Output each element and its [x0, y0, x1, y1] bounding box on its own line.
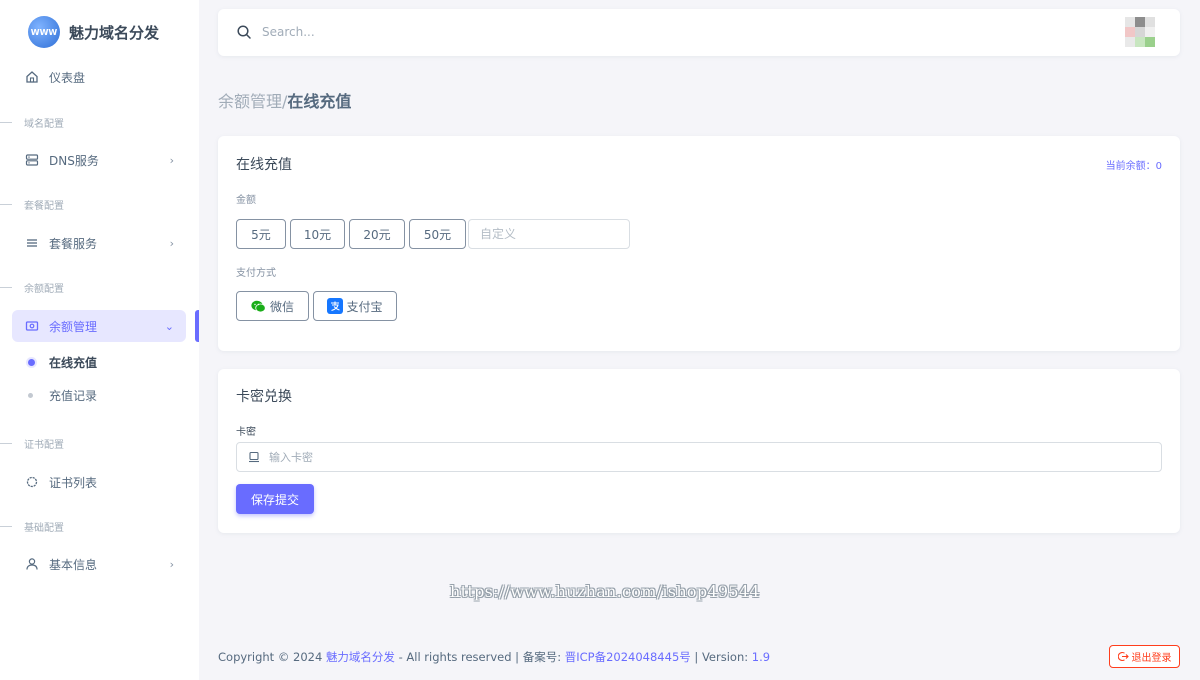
chevron-down-icon: ⌄: [164, 319, 174, 333]
logout-button[interactable]: 退出登录: [1109, 645, 1180, 668]
sidebar-subitem-recharge-records[interactable]: 充值记录: [28, 385, 97, 405]
custom-amount-input[interactable]: [468, 219, 630, 249]
save-submit-button[interactable]: 保存提交: [236, 484, 314, 514]
sidebar-subitem-recharge-online[interactable]: 在线充值: [28, 352, 97, 372]
breadcrumb-parent[interactable]: 余额管理/: [218, 92, 287, 111]
amount-button-5[interactable]: 5元: [236, 219, 286, 249]
section-header-domain: 域名配置: [0, 115, 64, 130]
footer-version-label: | Version:: [690, 650, 752, 664]
sidebar-item-package[interactable]: 套餐服务 ›: [12, 227, 186, 259]
certificate-icon: [24, 474, 40, 490]
card-redeem-card: 卡密兑换 卡密 保存提交: [218, 369, 1180, 533]
section-header-cert: 证书配置: [0, 436, 64, 451]
user-icon: [24, 556, 40, 572]
card-key-input[interactable]: [269, 447, 1149, 467]
bullet-icon: [28, 358, 35, 366]
section-header-basic: 基础配置: [0, 519, 64, 534]
footer-version: 1.9: [751, 650, 771, 664]
footer-site-link[interactable]: 魅力域名分发: [326, 650, 395, 664]
sidebar-item-basic-info[interactable]: 基本信息 ›: [12, 548, 186, 580]
active-indicator: [195, 310, 199, 342]
brand-name: 魅力域名分发: [69, 23, 160, 42]
amount-button-50[interactable]: 50元: [409, 219, 466, 249]
wechat-pay-button[interactable]: 微信: [236, 291, 309, 321]
search-input[interactable]: [262, 21, 412, 43]
brand[interactable]: WWW 魅力域名分发: [28, 16, 159, 48]
card-icon: [248, 451, 260, 463]
chevron-right-icon: ›: [169, 236, 174, 250]
sidebar-item-label: 余额管理: [49, 319, 98, 334]
sidebar-item-label: 套餐服务: [49, 236, 98, 251]
alipay-label: 支付宝: [346, 299, 383, 314]
wallet-icon: [24, 318, 40, 334]
sidebar-item-label: 证书列表: [49, 475, 98, 490]
topbar: [218, 9, 1180, 56]
sidebar-subitem-label: 在线充值: [49, 355, 98, 370]
sidebar-item-label: 基本信息: [49, 557, 98, 572]
sidebar: WWW 魅力域名分发 仪表盘 域名配置 DNS服务 › 套餐配置 套餐服务 › …: [0, 0, 199, 680]
wechat-pay-label: 微信: [269, 299, 294, 314]
server-icon: [24, 152, 40, 168]
globe-logo-icon: WWW: [28, 16, 60, 48]
footer-rights: - All rights reserved | 备案号:: [394, 650, 565, 664]
footer: Copyright © 2024 魅力域名分发 - All rights res…: [218, 649, 770, 665]
watermark-url: https://www.huzhan.com/ishop49544: [450, 582, 760, 601]
card-key-field[interactable]: [236, 442, 1162, 472]
amount-button-10[interactable]: 10元: [290, 219, 345, 249]
chevron-right-icon: ›: [169, 557, 174, 571]
breadcrumb-current: 在线充值: [287, 92, 352, 111]
sidebar-item-label: DNS服务: [49, 153, 99, 168]
sidebar-item-dashboard[interactable]: 仪表盘: [12, 61, 186, 93]
card-key-label: 卡密: [236, 427, 256, 438]
payment-method-label: 支付方式: [236, 268, 276, 279]
sidebar-subitem-label: 充值记录: [49, 388, 98, 403]
chevron-right-icon: ›: [169, 153, 174, 167]
wechat-icon: [251, 298, 267, 314]
sidebar-item-dns[interactable]: DNS服务 ›: [12, 144, 186, 176]
section-header-balance: 余额配置: [0, 280, 64, 295]
logout-icon: [1117, 652, 1129, 661]
amount-button-20[interactable]: 20元: [349, 219, 405, 249]
breadcrumb: 余额管理/在线充值: [218, 88, 351, 112]
section-header-package: 套餐配置: [0, 197, 64, 212]
search-icon: [236, 24, 252, 40]
alipay-icon: [327, 298, 344, 314]
home-icon: [24, 69, 40, 85]
card-title: 在线充值: [236, 157, 292, 173]
bullet-icon: [28, 392, 33, 398]
alipay-button[interactable]: 支付宝: [313, 291, 397, 321]
sidebar-item-label: 仪表盘: [49, 70, 86, 85]
sidebar-item-balance[interactable]: 余额管理 ⌄: [12, 310, 186, 342]
logout-label: 退出登录: [1131, 653, 1172, 664]
card-title: 卡密兑换: [236, 389, 292, 405]
footer-icp-link[interactable]: 晋ICP备2024048445号: [565, 650, 691, 664]
current-balance: 当前余额：0: [1105, 161, 1162, 172]
amount-label: 金额: [236, 195, 256, 206]
avatar[interactable]: [1125, 17, 1155, 49]
sidebar-item-cert-list[interactable]: 证书列表: [12, 466, 186, 498]
footer-copyright: Copyright © 2024: [218, 650, 326, 664]
recharge-card: 在线充值 当前余额：0 金额 5元 10元 20元 50元 支付方式 微信 支付…: [218, 136, 1180, 351]
menu-icon: [24, 235, 40, 251]
